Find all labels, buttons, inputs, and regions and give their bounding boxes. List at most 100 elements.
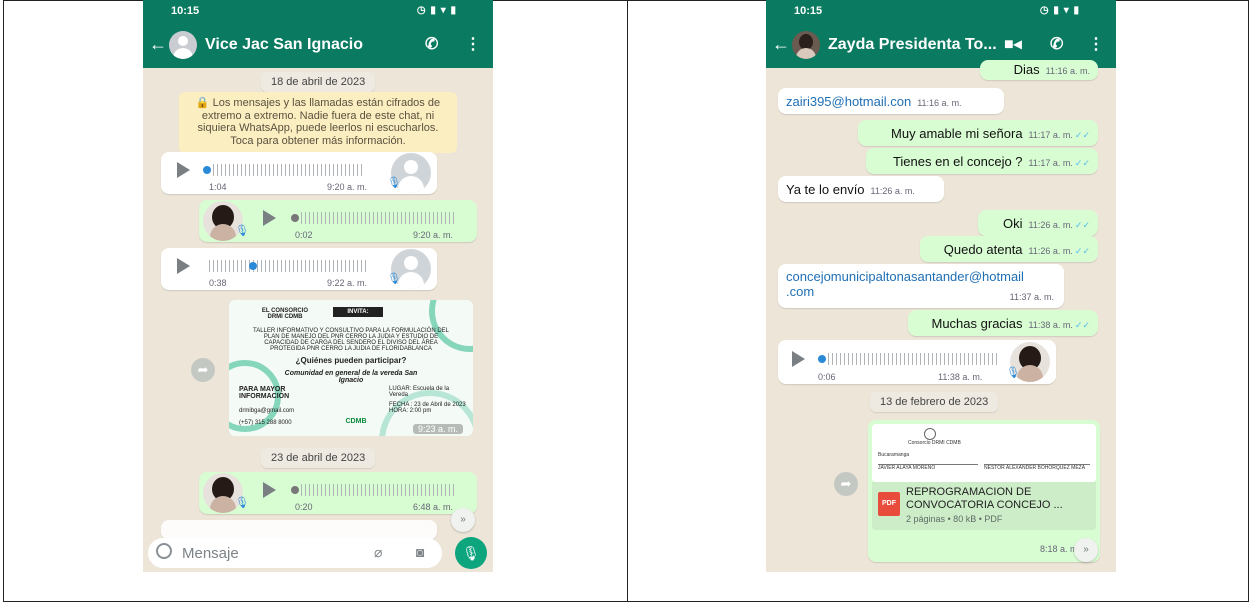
voice-message-incoming[interactable] (161, 520, 437, 540)
attach-icon[interactable]: ⌀ (374, 544, 382, 561)
voice-message-incoming[interactable]: 0:38 9:22 a. m. 🎙 (161, 248, 437, 290)
video-call-icon[interactable]: ■◂ (1004, 34, 1022, 54)
play-icon[interactable] (177, 162, 190, 178)
column-divider (627, 0, 628, 602)
mic-icon: 🎙 (235, 497, 249, 509)
message-incoming[interactable]: zairi395@hotmail.con 11:16 a. m. (778, 88, 1004, 114)
status-time: 10:15 (171, 5, 200, 17)
pdf-file-row[interactable]: PDF REPROGRAMACION DE CONVOCATORIA CONCE… (872, 482, 1096, 530)
message-text: Ya te lo envío (786, 182, 865, 197)
preview-cell: JAVIER ALAYA MORENO (878, 464, 978, 471)
mic-icon: 🎙 (235, 225, 249, 237)
waveform[interactable] (301, 484, 457, 496)
contact-avatar[interactable] (792, 31, 820, 59)
encryption-notice[interactable]: 🔒 Los mensajes y las llamadas están cifr… (179, 92, 457, 153)
preview-title: Consorcio DRMI CDMB (908, 440, 961, 446)
forward-icon[interactable]: ➦ (834, 472, 858, 496)
contact-name[interactable]: Zayda Presidenta To... (828, 36, 997, 54)
waveform[interactable] (301, 212, 457, 224)
scroll-down-icon[interactable]: » (451, 508, 475, 532)
email-link-cont[interactable]: .com (786, 284, 814, 299)
camera-icon[interactable]: ◙ (416, 544, 424, 560)
play-icon[interactable] (263, 210, 276, 226)
pdf-meta: 2 páginas • 80 kB • PDF (906, 514, 1003, 524)
status-bar: 10:15 ◷ ▮ ▾ ▮ (143, 0, 493, 22)
back-arrow-icon[interactable]: ← (772, 34, 790, 55)
status-icons: ◷ ▮ ▾ ▮ (1039, 5, 1080, 16)
progress-dot[interactable] (203, 166, 211, 174)
progress-dot[interactable] (249, 262, 257, 270)
scroll-down-icon[interactable]: » (1074, 538, 1098, 562)
voice-duration: 1:04 (209, 182, 227, 192)
flyer-email: drmibga@gmail.com (239, 408, 295, 414)
play-icon[interactable] (263, 482, 276, 498)
message-outgoing[interactable]: Dias 11:16 a. m. (980, 60, 1098, 80)
message-outgoing[interactable]: Quedo atenta 11:26 a. m. ✓✓ (920, 236, 1098, 262)
waveform[interactable] (213, 164, 363, 176)
flyer-question: ¿Quiénes pueden participar? (295, 356, 407, 365)
message-time: 9:22 a. m. (327, 278, 368, 288)
status-icons: ◷ ▮ ▾ ▮ (416, 5, 457, 16)
voice-record-button[interactable]: 🎙 (455, 537, 487, 569)
message-input[interactable]: Mensaje (182, 545, 239, 562)
message-composer[interactable]: Mensaje ⌀ ◙ (148, 538, 442, 568)
chat-header: ← Vice Jac San Ignacio ✆ ⋮ (143, 22, 493, 68)
flyer-date: FECHA : 23 de Abril de 2023 HORA: 2:00 p… (389, 402, 466, 414)
contact-avatar[interactable] (169, 31, 197, 59)
voice-message-incoming[interactable]: 0:06 11:38 a. m. 🎙 (778, 340, 1056, 384)
flyer-answer: Comunidad en general de la vereda San Ig… (284, 370, 418, 384)
email-link[interactable]: concejomunicipaltonasantander@hotmail (786, 269, 1024, 284)
preview-cell: NESTOR ALEXANDER BOHORQUEZ MEZA (984, 464, 1090, 471)
phone-screenshot-left: 10:15 ◷ ▮ ▾ ▮ ← Vice Jac San Ignacio ✆ ⋮… (143, 0, 493, 572)
chat-area[interactable]: Dias 11:16 a. m. zairi395@hotmail.con 11:1… (766, 60, 1116, 572)
message-text: Tienes en el concejo ? (892, 154, 1023, 169)
contact-name[interactable]: Vice Jac San Ignacio (205, 36, 363, 54)
message-time: 9:20 a. m. (327, 182, 368, 192)
mic-icon: 🎙 (1006, 367, 1020, 379)
phone-screenshot-right: 10:15 ◷ ▮ ▾ ▮ ← Zayda Presidenta To... ■… (766, 0, 1116, 572)
flyer-more-info: PARA MAYOR INFORMACIÓN (239, 386, 290, 400)
add-call-icon[interactable]: ✆ (425, 34, 438, 54)
message-time: 11:17 a. m. (1028, 130, 1073, 140)
more-options-icon[interactable]: ⋮ (1088, 34, 1104, 54)
pdf-name-cont: CONVOCATORIA CONCEJO ... (906, 499, 1063, 511)
flyer-place: LUGAR: Escuela de la Vereda (389, 386, 450, 398)
message-time: 9:20 a. m. (413, 230, 454, 240)
flyer-invita: INVITA: (333, 307, 383, 317)
voice-call-icon[interactable]: ✆ (1050, 34, 1063, 54)
forward-icon[interactable]: ➦ (191, 358, 215, 382)
voice-message-outgoing[interactable]: 🎙 0:20 6:48 a. m. (199, 472, 477, 514)
play-icon[interactable] (792, 351, 805, 367)
pdf-preview[interactable]: Consorcio DRMI CDMB Bucaramanga JAVIER A… (872, 424, 1096, 482)
message-outgoing[interactable]: Tienes en el concejo ? 11:17 a. m. ✓✓ (866, 148, 1098, 174)
play-icon[interactable] (177, 258, 190, 274)
email-link[interactable]: zairi395@hotmail.con (786, 94, 911, 109)
pdf-document-message[interactable]: Consorcio DRMI CDMB Bucaramanga JAVIER A… (868, 420, 1100, 562)
status-time: 10:15 (794, 5, 823, 17)
progress-dot[interactable] (291, 214, 299, 222)
waveform[interactable] (209, 260, 369, 272)
message-outgoing[interactable]: Muy amable mi señora 11:17 a. m. ✓✓ (858, 120, 1098, 146)
message-time: 11:26 a. m. (1028, 246, 1073, 256)
message-incoming[interactable]: concejomunicipaltonasantander@hotmail .c… (778, 264, 1064, 308)
message-outgoing[interactable]: Muchas gracias 11:38 a. m. ✓✓ (908, 310, 1098, 336)
progress-dot[interactable] (818, 355, 826, 363)
chat-area[interactable]: 18 de abril de 2023 🔒 Los mensajes y las… (143, 68, 493, 572)
emoji-icon[interactable] (156, 543, 172, 559)
voice-duration: 0:20 (295, 502, 313, 512)
voice-message-outgoing[interactable]: 🎙 0:02 9:20 a. m. (199, 200, 477, 242)
more-options-icon[interactable]: ⋮ (465, 34, 481, 54)
message-time: 11:16 a. m. (1045, 66, 1090, 76)
message-incoming[interactable]: Ya te lo envío 11:26 a. m. (778, 176, 944, 202)
message-time: 6:48 a. m. (413, 502, 454, 512)
message-time: 11:16 a. m. (917, 98, 962, 108)
voice-message-incoming[interactable]: 1:04 9:20 a. m. 🎙 (161, 152, 437, 194)
back-arrow-icon[interactable]: ← (149, 34, 167, 55)
date-chip: 23 de abril de 2023 (261, 448, 376, 468)
message-outgoing[interactable]: Oki 11:26 a. m. ✓✓ (978, 210, 1098, 236)
event-flyer-image[interactable]: EL CONSORCIO DRMI CDMB INVITA: TALLER IN… (229, 300, 473, 436)
message-time: 9:23 a. m. (413, 424, 463, 434)
pdf-name: REPROGRAMACION DE (906, 486, 1032, 498)
waveform[interactable] (828, 353, 1000, 365)
progress-dot[interactable] (291, 486, 299, 494)
